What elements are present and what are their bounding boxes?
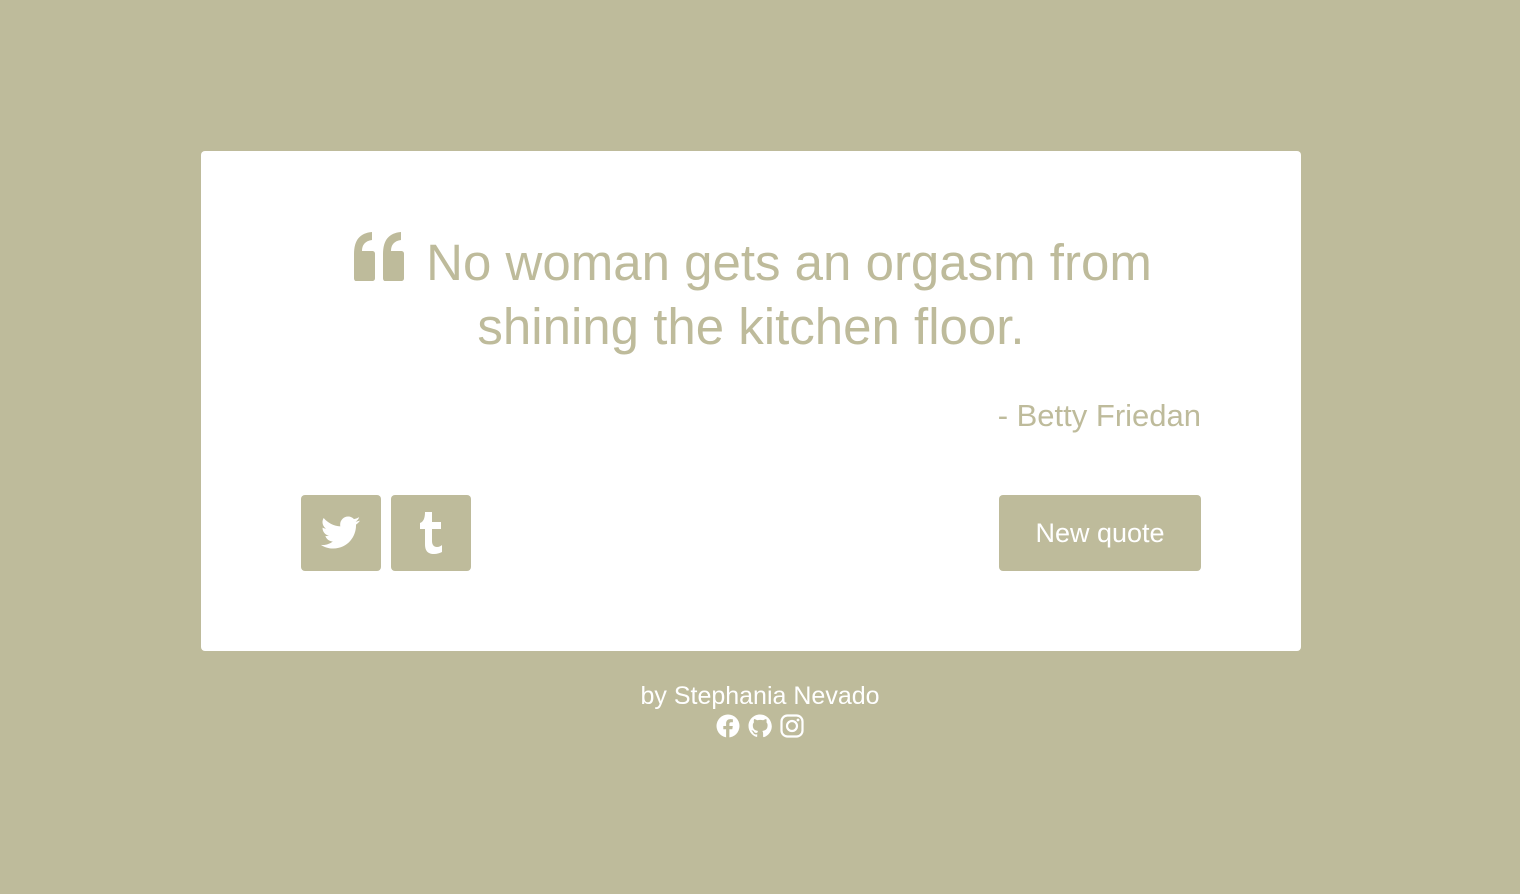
quote-author: - Betty Friedan bbox=[997, 398, 1201, 433]
tumblr-icon bbox=[420, 512, 442, 554]
author-credit: by Stephania Nevado bbox=[640, 682, 880, 710]
quote-block: No woman gets an orgasm from shining the… bbox=[301, 231, 1201, 359]
instagram-icon[interactable] bbox=[780, 713, 804, 739]
github-icon[interactable] bbox=[748, 713, 772, 739]
twitter-icon bbox=[321, 516, 361, 549]
social-links bbox=[0, 713, 1520, 739]
quote-text: No woman gets an orgasm from shining the… bbox=[426, 234, 1152, 355]
footer: by Stephania Nevado bbox=[0, 680, 1520, 739]
quote-left-icon bbox=[350, 232, 408, 282]
tweet-quote-button[interactable] bbox=[301, 495, 381, 571]
tumblr-post-button[interactable] bbox=[391, 495, 471, 571]
quote-card: No woman gets an orgasm from shining the… bbox=[201, 151, 1301, 651]
new-quote-button[interactable]: New quote bbox=[999, 495, 1201, 571]
facebook-icon[interactable] bbox=[716, 713, 740, 739]
